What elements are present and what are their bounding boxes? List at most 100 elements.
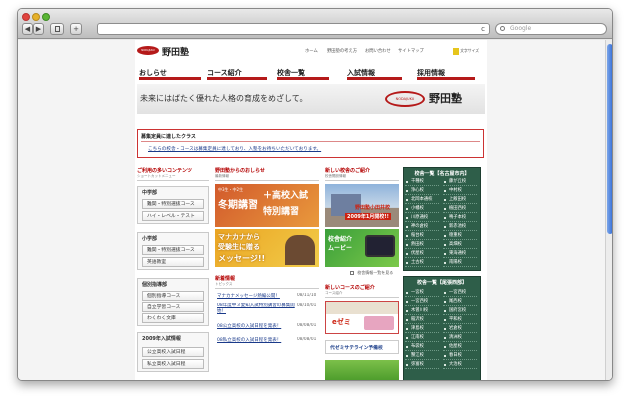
campus-link[interactable]: 一宮西校 — [443, 289, 477, 297]
topic-link[interactable]: マナカナメッセージ熱編公開！ — [217, 293, 289, 299]
campus-link[interactable]: 新赤池校 — [443, 223, 477, 231]
eseminar-graphic — [364, 316, 394, 330]
campus-link[interactable]: 南陽校 — [443, 259, 477, 267]
utility-link-contact[interactable]: お問い合わせ — [365, 48, 391, 54]
nav-courses[interactable]: コース紹介 — [207, 68, 267, 80]
campus-link[interactable]: 藤が丘校 — [443, 178, 477, 186]
campus-link[interactable]: 上飯田校 — [443, 196, 477, 204]
campus-link[interactable]: 小幡校 — [405, 205, 439, 213]
campus-link[interactable]: 佐屋校 — [443, 343, 477, 351]
forward-button[interactable]: ▶ — [33, 23, 44, 35]
minimize-window-button[interactable] — [32, 13, 40, 21]
sidebar-link[interactable]: 私立高校入試日程 — [142, 359, 204, 369]
campus-link[interactable]: 清洲校 — [443, 334, 477, 342]
nav-recruit-label: 採用情報 — [417, 69, 445, 77]
campus-link[interactable]: 植田西校 — [443, 205, 477, 213]
campus-link[interactable]: 布袋校 — [405, 343, 439, 351]
banner-line: 中3生・中2生 — [218, 187, 244, 192]
topic-date: 08/08/01 — [297, 337, 317, 342]
topic-link[interactable]: 08年度中３愛知入試特別講習の募集開始！ — [217, 303, 295, 315]
campus-movie-banner[interactable]: 校舎紹介 ムービー — [325, 229, 399, 267]
nav-campuses[interactable]: 校舎一覧 — [277, 68, 329, 80]
yozemi-banner[interactable]: 代ゼミサテライン予備校 — [325, 340, 399, 354]
movie-caption: ムービー — [328, 245, 353, 252]
font-size-widget[interactable]: 文字サイズ — [453, 46, 483, 55]
campus-link[interactable]: 津島校 — [405, 325, 439, 333]
nav-recruit[interactable]: 採用情報 — [417, 68, 475, 80]
sidebar-link[interactable]: 個別指導コース — [142, 291, 204, 301]
font-size-label: 文字サイズ — [460, 48, 480, 53]
campus-link[interactable]: 川原通校 — [405, 214, 439, 222]
logo-badge-icon: NODAJUKU — [137, 46, 159, 55]
sidebar-link[interactable]: ハイ・レベル・テスト — [142, 211, 204, 221]
campus-link[interactable]: 木曽川校 — [405, 307, 439, 315]
campus-link[interactable]: 神の倉校 — [405, 223, 439, 231]
campus-link[interactable]: 土古校 — [405, 259, 439, 267]
topics-header: 新着情報 トピックス — [215, 275, 319, 289]
campus-list-link-row[interactable]: 校舎情報一覧を見る — [350, 270, 393, 278]
scrollbar-thumb[interactable] — [607, 44, 612, 234]
photo-caption: 野田塾小田井校 — [355, 205, 391, 211]
page-menu-button[interactable] — [50, 23, 64, 35]
sidebar-link[interactable]: 難関・特別選抜コース — [142, 199, 204, 209]
site-logo[interactable]: NODAJUKU 野田塾 — [137, 44, 197, 58]
new-campus-photo[interactable]: 野田塾小田井校 2009年1月開校!! — [325, 184, 399, 227]
campus-link[interactable]: 伏屋校 — [405, 250, 439, 258]
campus-link[interactable]: 桜台校 — [405, 232, 439, 240]
sidebar-link[interactable]: わくわく文庫 — [142, 313, 204, 323]
nav-news[interactable]: おしらせ — [139, 68, 201, 80]
nav-courses-label: コース紹介 — [207, 69, 242, 77]
campus-link[interactable]: 稲沢校 — [405, 316, 439, 324]
campus-link[interactable]: 鳴子本校 — [443, 214, 477, 222]
campus-link[interactable]: 平和校 — [443, 316, 477, 324]
campus-link[interactable]: 弥富校 — [405, 361, 439, 369]
font-size-icon — [453, 47, 459, 55]
campus-link[interactable]: 徳重校 — [443, 232, 477, 240]
campus-list-link[interactable]: 校舎情報一覧を見る — [357, 270, 393, 275]
campus-link[interactable]: 熱田校 — [405, 241, 439, 249]
campus-link[interactable]: 浄心校 — [405, 187, 439, 195]
campus-link[interactable]: 尾西校 — [443, 298, 477, 306]
banner-line: メッセージ!! — [218, 254, 266, 263]
campus-link[interactable]: 高畑校 — [443, 241, 477, 249]
notice-link[interactable]: こちらの校舎・コースは募集定員に達しており、入塾をお待ちいただいております。 — [148, 146, 321, 152]
campus-link[interactable]: 蟹江校 — [405, 352, 439, 360]
campus-link[interactable]: 江南校 — [405, 334, 439, 342]
add-bookmark-button[interactable]: + — [70, 23, 82, 35]
campus-link[interactable]: 北岡本通校 — [405, 196, 439, 204]
winter-course-banner[interactable]: 中3生・中2生 冬期講習 ＋高校入試 特別講習 — [215, 184, 319, 227]
nav-news-label: おしらせ — [139, 69, 167, 77]
utility-link-home[interactable]: ホーム — [305, 48, 318, 54]
campus-link[interactable]: 国府宮校 — [443, 307, 477, 315]
search-field[interactable]: Google — [495, 23, 607, 35]
sidebar-link[interactable]: 難関・特別選抜コース — [142, 245, 204, 255]
manakana-banner[interactable]: マナカナから 受験生に贈る メッセージ!! — [215, 229, 319, 267]
sidebar-link[interactable]: 自立学習コース — [142, 302, 204, 312]
address-bar[interactable]: c — [97, 23, 490, 35]
next-course-banner[interactable] — [325, 360, 399, 380]
vertical-scrollbar[interactable] — [605, 40, 612, 380]
campus-link[interactable]: 一宮校 — [405, 289, 439, 297]
nav-exam-info[interactable]: 入試情報 — [347, 68, 402, 80]
campus-link[interactable]: 中村校 — [443, 187, 477, 195]
close-window-button[interactable] — [22, 13, 30, 21]
topic-link[interactable]: 08公立高校の入試日程を発表！ — [217, 323, 289, 329]
campus-link[interactable]: 春日校 — [443, 352, 477, 360]
zoom-window-button[interactable] — [42, 13, 50, 21]
e-seminar-banner[interactable]: eゼミ — [325, 301, 399, 334]
utility-link-philosophy[interactable]: 野田塾の考え方 — [327, 48, 357, 54]
utility-link-sitemap[interactable]: サイトマップ — [398, 48, 424, 54]
nav-campuses-label: 校舎一覧 — [277, 69, 305, 77]
campus-link[interactable]: 大治校 — [443, 361, 477, 369]
page-icon — [54, 26, 60, 32]
campus-link[interactable]: 岩倉校 — [443, 325, 477, 333]
reload-icon[interactable]: c — [481, 24, 485, 34]
campus-link[interactable]: 一宮西校 — [405, 298, 439, 306]
sidebar-link[interactable]: 英語教室 — [142, 257, 204, 267]
tagline: 未来にはばたく優れた人格の育成をめざして。 — [140, 94, 308, 103]
sidebar-link[interactable]: 公立高校入試日程 — [142, 347, 204, 357]
topic-link[interactable]: 08私立高校の入試日程を発表！ — [217, 337, 289, 343]
back-button[interactable]: ◀ — [22, 23, 33, 35]
campus-link[interactable]: 千種校 — [405, 178, 439, 186]
campus-link[interactable]: 東海通校 — [443, 250, 477, 258]
